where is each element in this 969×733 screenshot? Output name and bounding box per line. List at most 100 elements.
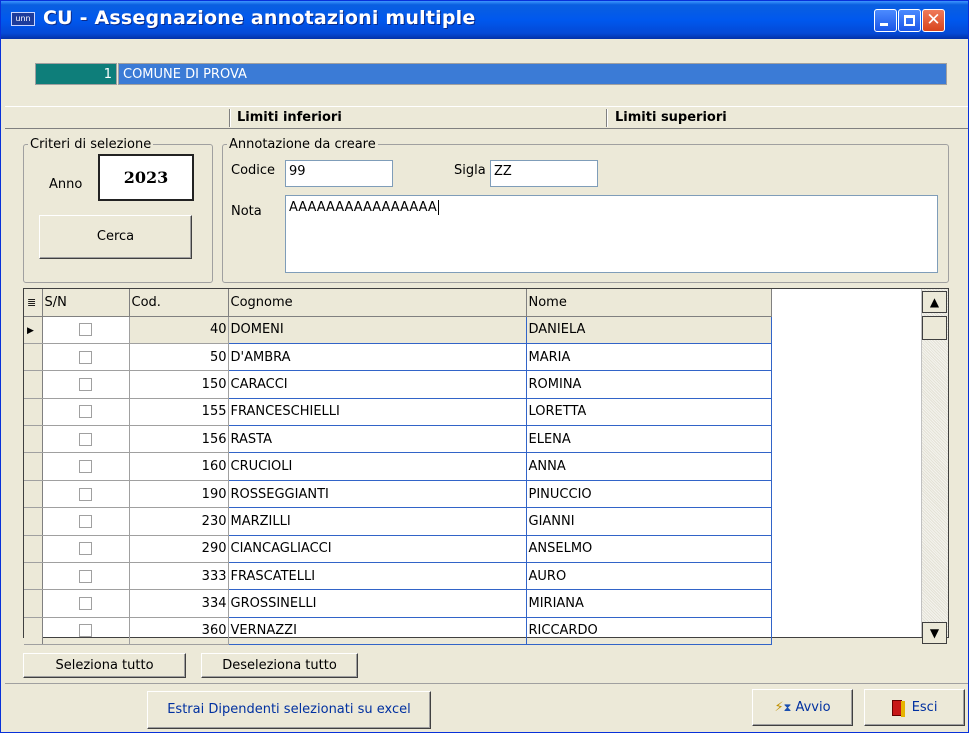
table-row[interactable]: 50 D'AMBRA MARIA (24, 343, 772, 372)
row-checkbox-cell[interactable] (42, 425, 130, 454)
row-checkbox-cell[interactable] (42, 480, 130, 509)
row-indicator[interactable] (24, 535, 43, 564)
header-cognome[interactable]: Cognome (228, 289, 527, 317)
minimize-button[interactable] (874, 9, 897, 32)
row-checkbox[interactable] (79, 514, 92, 528)
row-checkbox-cell[interactable] (42, 507, 130, 536)
company-code: 1 (35, 63, 117, 85)
row-indicator[interactable] (24, 480, 43, 509)
close-icon: ✕ (926, 10, 941, 30)
nota-field[interactable]: AAAAAAAAAAAAAAAA (285, 195, 938, 273)
main-window: unn CU - Assegnazione annotazioni multip… (0, 0, 969, 733)
table-row[interactable]: 190 ROSSEGGIANTI PINUCCIO (24, 480, 772, 509)
row-checkbox[interactable] (79, 542, 92, 556)
limits-bar: Limiti inferiori Limiti superiori (5, 106, 968, 129)
row-indicator[interactable] (24, 452, 43, 481)
row-checkbox[interactable] (79, 323, 92, 337)
row-indicator[interactable]: ▶ (24, 316, 43, 344)
row-checkbox-cell[interactable] (42, 343, 130, 372)
row-checkbox-cell[interactable] (42, 452, 130, 481)
row-indicator[interactable] (24, 617, 43, 646)
row-indicator[interactable] (24, 343, 43, 372)
cognome-cell: RASTA (228, 425, 527, 454)
table-row[interactable]: 156 RASTA ELENA (24, 425, 772, 454)
table-row[interactable]: 230 MARZILLI GIANNI (24, 507, 772, 536)
nota-text: AAAAAAAAAAAAAAAA (289, 200, 439, 215)
row-indicator[interactable] (24, 562, 43, 591)
cognome-cell: CRUCIOLI (228, 452, 527, 481)
table-row[interactable]: 150 CARACCI ROMINA (24, 370, 772, 399)
row-checkbox[interactable] (79, 624, 92, 638)
scroll-down-button[interactable]: ▼ (922, 622, 947, 644)
row-checkbox-cell[interactable] (42, 370, 130, 399)
table-row[interactable]: 160 CRUCIOLI ANNA (24, 452, 772, 481)
table-row[interactable]: 334 GROSSINELLI MIRIANA (24, 589, 772, 618)
row-checkbox-cell[interactable] (42, 562, 130, 591)
cod-cell: 334 (129, 589, 229, 618)
title-bar[interactable]: unn CU - Assegnazione annotazioni multip… (1, 1, 968, 39)
close-button[interactable]: ✕ (922, 9, 945, 32)
row-indicator[interactable] (24, 425, 43, 454)
deselect-all-button[interactable]: Deseleziona tutto (201, 653, 358, 678)
table-row[interactable]: ▶ 40 DOMENI DANIELA (24, 316, 772, 344)
row-checkbox[interactable] (79, 487, 92, 501)
header-cod[interactable]: Cod. (129, 289, 229, 317)
row-checkbox[interactable] (79, 569, 92, 583)
nome-cell: DANIELA (526, 316, 772, 344)
cerca-button[interactable]: Cerca (39, 215, 192, 259)
row-checkbox[interactable] (79, 405, 92, 419)
row-checkbox-cell[interactable] (42, 398, 130, 427)
sigla-label: Sigla (454, 163, 486, 178)
avvio-button[interactable]: ⚡⧗ Avvio (752, 689, 853, 726)
row-indicator[interactable] (24, 589, 43, 618)
row-checkbox-cell[interactable] (42, 535, 130, 564)
row-checkbox-cell[interactable] (42, 589, 130, 618)
row-checkbox-cell[interactable] (42, 617, 130, 646)
column-menu-icon[interactable]: ≣ (24, 289, 43, 317)
app-icon: unn (11, 12, 35, 26)
nome-cell: ANSELMO (526, 535, 772, 564)
scroll-up-button[interactable]: ▲ (922, 291, 947, 313)
grid-scrollbar[interactable]: ▲ ▼ (921, 289, 948, 644)
row-checkbox[interactable] (79, 350, 92, 364)
limiti-superiori-tab[interactable]: Limiti superiori (615, 110, 727, 125)
row-checkbox-cell[interactable] (42, 316, 130, 344)
row-checkbox[interactable] (79, 460, 92, 474)
maximize-button[interactable] (898, 9, 921, 32)
row-indicator[interactable] (24, 370, 43, 399)
codice-field[interactable]: 99 (285, 160, 393, 187)
current-row-arrow-icon: ▶ (27, 326, 34, 337)
table-row[interactable]: 333 FRASCATELLI AURO (24, 562, 772, 591)
cognome-cell: GROSSINELLI (228, 589, 527, 618)
nome-cell: RICCARDO (526, 617, 772, 646)
table-row[interactable]: 155 FRANCESCHIELLI LORETTA (24, 398, 772, 427)
cognome-cell: FRANCESCHIELLI (228, 398, 527, 427)
esci-button[interactable]: Esci (864, 689, 965, 726)
cod-cell: 150 (129, 370, 229, 399)
cod-cell: 333 (129, 562, 229, 591)
row-checkbox[interactable] (79, 377, 92, 391)
limiti-inferiori-tab[interactable]: Limiti inferiori (237, 110, 342, 125)
avvio-label: Avvio (795, 700, 831, 715)
cognome-cell: VERNAZZI (228, 617, 527, 646)
row-indicator[interactable] (24, 398, 43, 427)
employees-grid[interactable]: ≣ S/N Cod. Cognome Nome ▶ 40 DOMENI DANIELA… (23, 288, 949, 646)
header-nome[interactable]: Nome (526, 289, 772, 317)
select-all-button[interactable]: Seleziona tutto (23, 653, 186, 678)
export-excel-button[interactable]: Estrai Dipendenti selezionati su excel (147, 691, 431, 729)
cod-cell: 160 (129, 452, 229, 481)
nome-cell: GIANNI (526, 507, 772, 536)
row-checkbox[interactable] (79, 597, 92, 611)
table-row[interactable]: 290 CIANCAGLIACCI ANSELMO (24, 535, 772, 564)
criteri-legend: Criteri di selezione (30, 137, 152, 152)
cod-cell: 230 (129, 507, 229, 536)
cognome-cell: FRASCATELLI (228, 562, 527, 591)
table-row[interactable]: 360 VERNAZZI RICCARDO (24, 617, 772, 646)
row-checkbox[interactable] (79, 432, 92, 446)
nome-cell: LORETTA (526, 398, 772, 427)
row-indicator[interactable] (24, 507, 43, 536)
anno-field[interactable]: 2023 (98, 154, 194, 201)
header-sn[interactable]: S/N (42, 289, 130, 317)
scroll-thumb[interactable] (922, 316, 947, 340)
sigla-field[interactable]: ZZ (490, 160, 598, 187)
